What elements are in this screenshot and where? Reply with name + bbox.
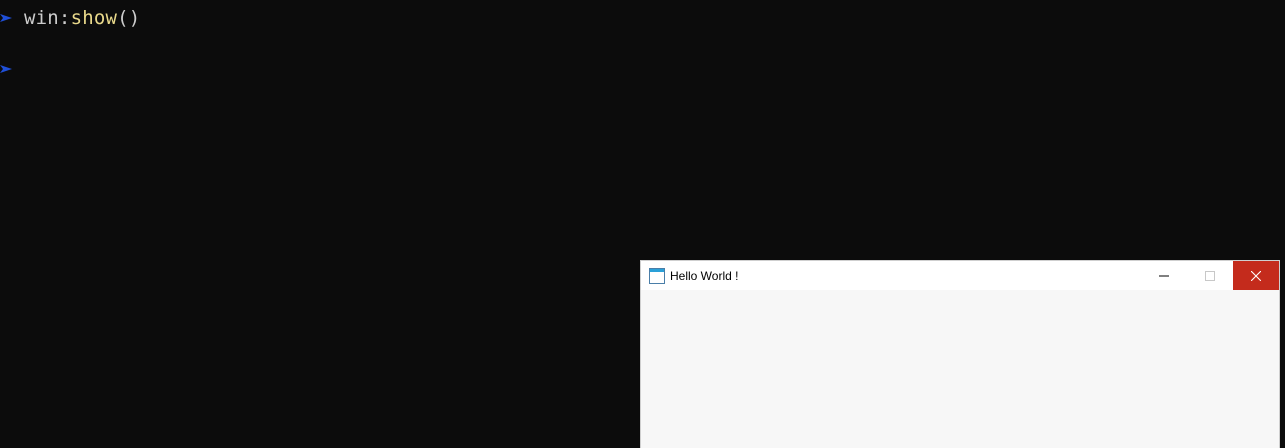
code-separator: :: [58, 7, 71, 29]
triangle-prompt-icon: [0, 62, 14, 76]
close-button[interactable]: [1233, 261, 1279, 290]
code-object: win: [24, 7, 59, 29]
code-parens: (): [117, 7, 141, 29]
terminal-line-1: win:show(): [0, 5, 140, 31]
minimize-button[interactable]: [1141, 261, 1187, 290]
minimize-icon: [1159, 271, 1169, 281]
close-icon: [1251, 270, 1261, 281]
command-text: win:show(): [24, 7, 140, 29]
window-app-icon: [649, 267, 665, 284]
window-titlebar[interactable]: Hello World !: [641, 261, 1279, 290]
window-client-area[interactable]: [641, 290, 1279, 448]
triangle-prompt-icon: [0, 11, 14, 25]
caption-buttons: [1141, 261, 1279, 290]
maximize-button[interactable]: [1187, 261, 1233, 290]
window-title: Hello World !: [670, 268, 739, 283]
code-method: show: [70, 7, 118, 29]
maximize-icon: [1205, 270, 1215, 281]
hello-world-window[interactable]: Hello World !: [640, 260, 1280, 448]
terminal-input-line[interactable]: [0, 56, 14, 82]
